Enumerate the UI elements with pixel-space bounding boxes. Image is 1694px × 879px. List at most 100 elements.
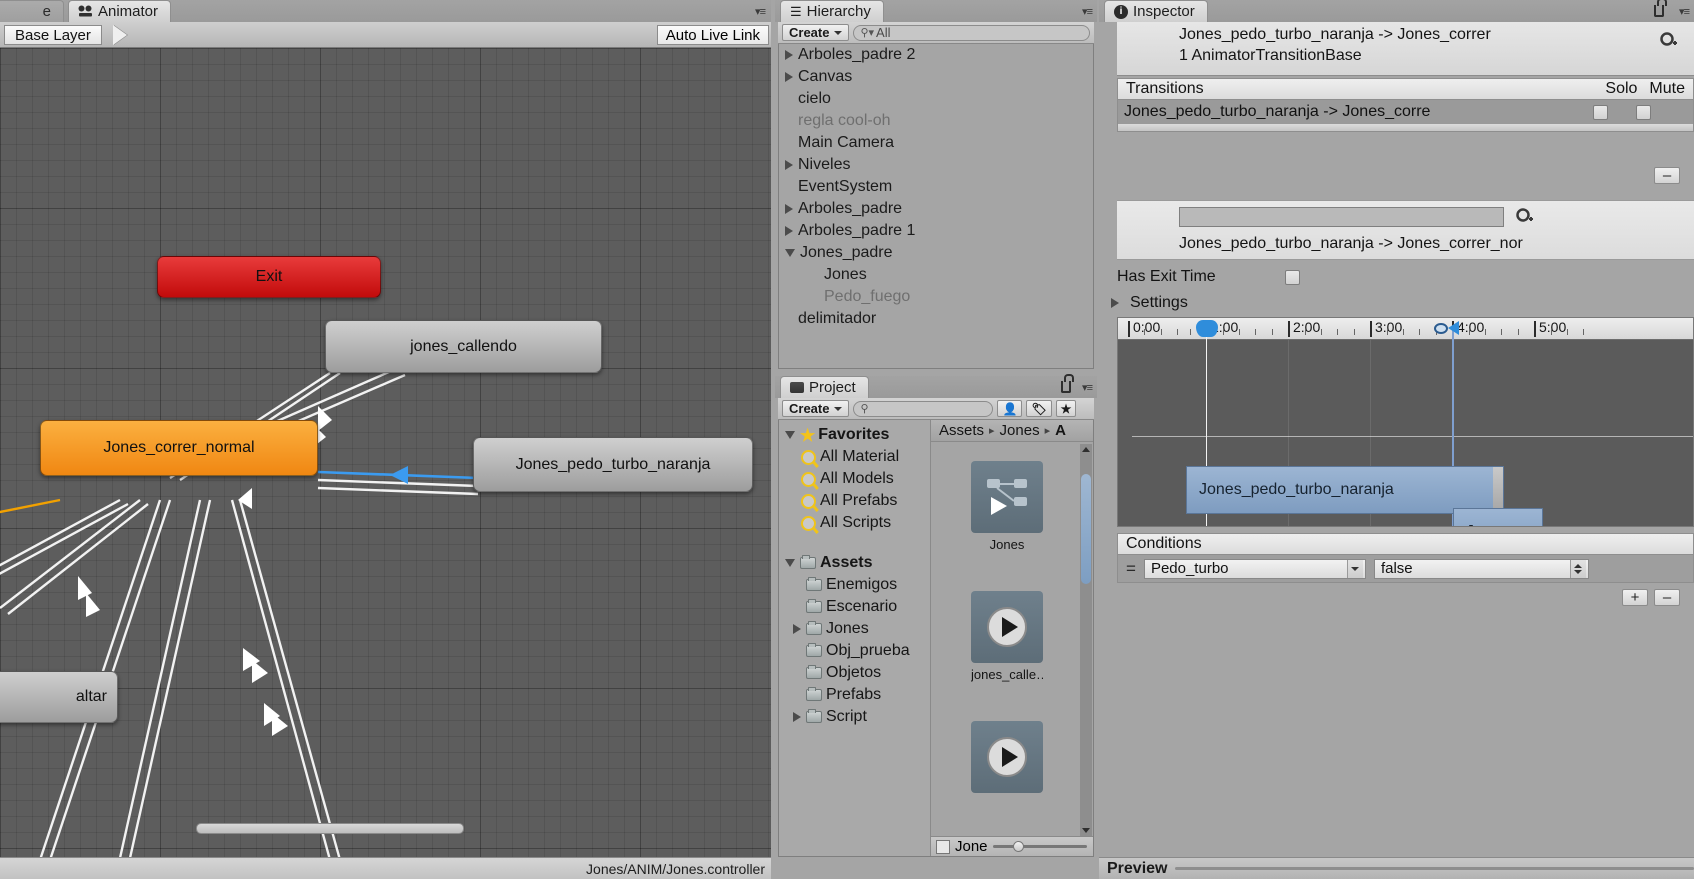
project-folder-item[interactable]: Jones: [779, 618, 930, 640]
hierarchy-item[interactable]: delimitador: [779, 308, 1093, 330]
hierarchy-item[interactable]: Jones_padre: [779, 242, 1093, 264]
condition-row[interactable]: = Pedo_turbo false: [1117, 555, 1694, 583]
inspector-options-menu-icon[interactable]: ▾≡: [1679, 5, 1690, 18]
hierarchy-item[interactable]: Arboles_padre: [779, 198, 1093, 220]
inspector-settings-gear-icon[interactable]: [1658, 30, 1678, 54]
project-options-menu-icon[interactable]: ▾≡: [1082, 381, 1093, 394]
transition-timeline[interactable]: 0:00 1:00 2:00 3:00 4:00 5:00 Jones_pedo…: [1117, 317, 1694, 527]
asset-item[interactable]: [971, 721, 1043, 797]
graph-horizontal-scrollbar[interactable]: [196, 823, 464, 834]
hierarchy-item[interactable]: Arboles_padre 2: [779, 44, 1093, 66]
remove-transition-button[interactable]: –: [1654, 167, 1680, 184]
clip-resize-handle[interactable]: [1493, 467, 1503, 513]
hierarchy-item[interactable]: EventSystem: [779, 176, 1093, 198]
timeline-clip-bar-secondary[interactable]: Jon: [1453, 508, 1543, 526]
project-folder-item[interactable]: Objetos: [779, 662, 930, 684]
project-tree[interactable]: ★ Favorites All Material All Models All Pref…: [779, 420, 931, 856]
state-node-jones-correr-normal[interactable]: Jones_correr_normal: [40, 420, 318, 476]
project-lock-icon[interactable]: [1061, 374, 1074, 397]
chevron-right-icon[interactable]: [793, 712, 801, 722]
project-create-button[interactable]: Create: [782, 400, 850, 417]
hierarchy-item[interactable]: cielo: [779, 88, 1093, 110]
transition-settings-gear-icon[interactable]: [1514, 206, 1534, 230]
project-search-input[interactable]: ⚲: [853, 400, 994, 417]
settings-foldout[interactable]: Settings: [1111, 294, 1188, 312]
project-folder-item[interactable]: Prefabs: [779, 684, 930, 706]
project-favorite-item[interactable]: All Material: [779, 446, 930, 468]
project-filter-label-button[interactable]: 🏷: [1026, 400, 1052, 417]
timeline-end-eye-icon[interactable]: [1434, 323, 1448, 334]
scroll-thumb[interactable]: [1081, 474, 1091, 584]
chevron-right-icon[interactable]: [785, 204, 793, 214]
hierarchy-item[interactable]: regla cool-oh: [779, 110, 1093, 132]
project-asset-grid[interactable]: Jones jones_calle…: [931, 443, 1079, 836]
state-node-saltar[interactable]: altar: [0, 671, 118, 723]
chevron-down-icon[interactable]: [785, 559, 795, 567]
chevron-right-icon[interactable]: [785, 226, 793, 236]
tab-hierarchy[interactable]: ☰ Hierarchy: [780, 0, 884, 22]
hierarchy-options-menu-icon[interactable]: ▾≡: [1082, 5, 1093, 18]
project-folder-item[interactable]: Script: [779, 706, 930, 728]
layer-breadcrumb[interactable]: Base Layer: [4, 25, 102, 45]
project-folder-item[interactable]: Obj_prueba: [779, 640, 930, 662]
preview-bar[interactable]: Preview: [1099, 857, 1694, 879]
hierarchy-item[interactable]: Niveles: [779, 154, 1093, 176]
hierarchy-tree[interactable]: Arboles_padre 2 Canvas cielo regla cool-oh M…: [778, 44, 1094, 369]
chevron-right-icon[interactable]: [785, 50, 793, 60]
thumbnail-size-slider[interactable]: [992, 841, 1087, 852]
timeline-end-handle[interactable]: [1448, 321, 1459, 335]
project-folder-item[interactable]: Enemigos: [779, 574, 930, 596]
project-breadcrumb-item[interactable]: Jones: [1000, 422, 1040, 439]
chevron-right-icon[interactable]: [785, 72, 793, 82]
tab-animator[interactable]: Animator: [68, 0, 172, 22]
project-breadcrumb[interactable]: Assets ▸ Jones ▸ A: [931, 420, 1093, 442]
auto-live-link-button[interactable]: Auto Live Link: [656, 25, 769, 45]
project-assets-group[interactable]: Assets: [779, 552, 930, 574]
project-breadcrumb-item[interactable]: A: [1055, 422, 1066, 439]
project-breadcrumb-item[interactable]: Assets: [939, 422, 984, 439]
hierarchy-create-button[interactable]: Create: [782, 24, 850, 41]
hierarchy-item[interactable]: Jones: [779, 264, 1093, 286]
transition-list-row[interactable]: Jones_pedo_turbo_naranja -> Jones_corre: [1117, 100, 1694, 124]
transition-mute-checkbox[interactable]: [1636, 104, 1651, 120]
project-favorite-item[interactable]: All Prefabs: [779, 490, 930, 512]
hierarchy-item[interactable]: Arboles_padre 1: [779, 220, 1093, 242]
hierarchy-item[interactable]: Main Camera: [779, 132, 1093, 154]
project-favorite-item[interactable]: All Models: [779, 468, 930, 490]
inspector-lock-icon[interactable]: [1654, 0, 1667, 21]
state-node-jones-pedo-turbo-naranja[interactable]: Jones_pedo_turbo_naranja: [473, 437, 753, 492]
transition-solo-checkbox[interactable]: [1593, 104, 1608, 120]
project-favorite-button[interactable]: ★: [1055, 400, 1077, 417]
scroll-up-arrow-icon[interactable]: [1082, 447, 1090, 452]
scroll-down-arrow-icon[interactable]: [1082, 828, 1090, 833]
tab-inactive[interactable]: e: [0, 0, 64, 22]
timeline-playhead-handle[interactable]: [1196, 320, 1218, 337]
state-node-exit[interactable]: Exit: [157, 256, 381, 298]
chevron-down-icon[interactable]: [785, 249, 795, 257]
chevron-right-icon[interactable]: [785, 160, 793, 170]
condition-parameter-dropdown[interactable]: Pedo_turbo: [1143, 558, 1366, 579]
has-exit-time-checkbox[interactable]: [1285, 270, 1300, 285]
slider-knob[interactable]: [1013, 841, 1025, 852]
condition-value-dropdown[interactable]: false: [1373, 558, 1589, 579]
project-filter-type-button[interactable]: 👤: [997, 400, 1023, 417]
remove-condition-button[interactable]: –: [1654, 589, 1680, 606]
tab-inspector[interactable]: i Inspector: [1104, 0, 1208, 22]
chevron-down-icon[interactable]: [785, 431, 795, 439]
add-condition-button[interactable]: +: [1622, 589, 1648, 606]
project-favorites-group[interactable]: ★ Favorites: [779, 424, 930, 446]
hierarchy-item[interactable]: Pedo_fuego: [779, 286, 1093, 308]
project-folder-item[interactable]: Escenario: [779, 596, 930, 618]
chevron-right-icon[interactable]: [793, 624, 801, 634]
animator-graph-canvas[interactable]: Exit jones_callendo Jones_correr_normal …: [0, 48, 771, 858]
animator-options-menu-icon[interactable]: ▾≡: [755, 5, 766, 18]
transition-name-input[interactable]: [1179, 207, 1504, 227]
state-node-jones-callendo[interactable]: jones_callendo: [325, 320, 602, 373]
asset-item[interactable]: Jones: [971, 461, 1043, 552]
asset-item[interactable]: jones_calle…: [971, 591, 1043, 682]
project-favorite-item[interactable]: All Scripts: [779, 512, 930, 534]
hierarchy-search-input[interactable]: ⚲▾ All: [853, 24, 1090, 41]
project-vertical-scrollbar[interactable]: [1080, 444, 1092, 836]
tab-project[interactable]: Project: [780, 376, 869, 398]
hierarchy-item[interactable]: Canvas: [779, 66, 1093, 88]
